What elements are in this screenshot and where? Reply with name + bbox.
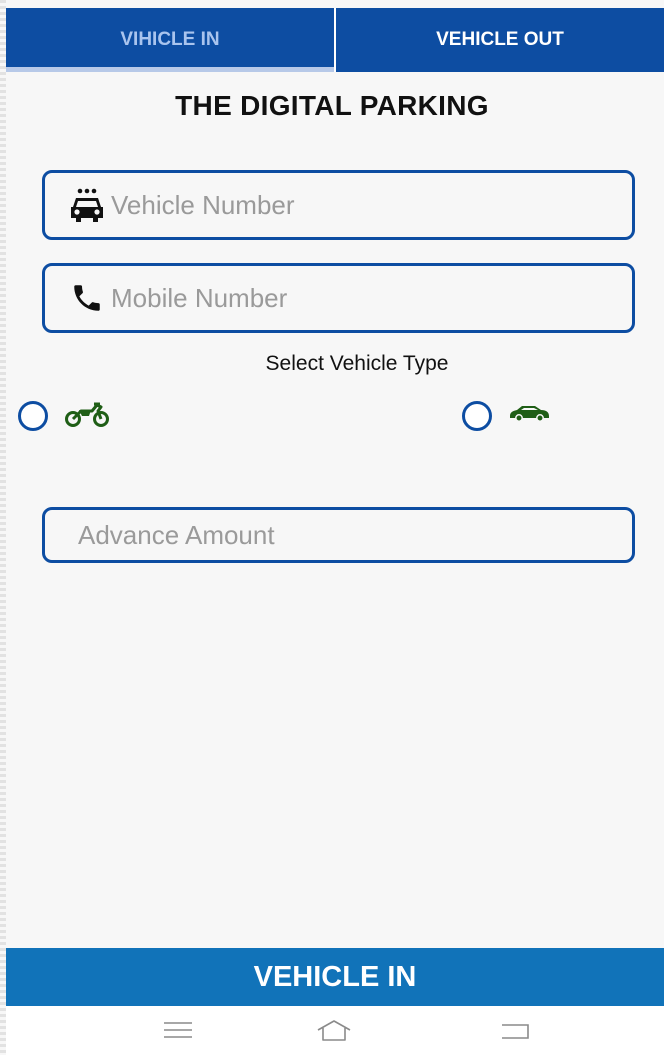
page-title: THE DIGITAL PARKING <box>175 90 489 121</box>
car-radio[interactable] <box>462 401 492 431</box>
select-vehicle-type-label: Select Vehicle Type <box>265 352 449 375</box>
phone-icon <box>67 278 107 318</box>
tab-vehicle-in-label: VIHICLE IN <box>120 29 220 50</box>
tab-vehicle-out-label: VEHICLE OUT <box>436 29 564 50</box>
vehicle-in-button[interactable]: VEHICLE IN <box>6 948 664 1006</box>
home-icon[interactable] <box>314 1018 354 1049</box>
bike-radio[interactable] <box>18 401 48 431</box>
vehicle-in-button-label: VEHICLE IN <box>253 960 417 993</box>
tab-active-indicator <box>6 67 334 72</box>
mobile-number-input[interactable] <box>107 266 632 330</box>
left-edge-border <box>0 0 6 1055</box>
back-icon[interactable] <box>496 1018 536 1049</box>
tab-bar: VIHICLE IN VEHICLE OUT <box>6 8 664 72</box>
tab-vehicle-out[interactable]: VEHICLE OUT <box>336 8 664 72</box>
advance-amount-field[interactable] <box>42 507 635 563</box>
motorcycle-icon <box>64 402 110 433</box>
car-icon <box>508 404 550 427</box>
advance-amount-input[interactable] <box>45 510 632 560</box>
mobile-number-field[interactable] <box>42 263 635 333</box>
tab-vehicle-in[interactable]: VIHICLE IN <box>6 8 336 72</box>
system-nav-bar <box>6 1006 664 1055</box>
menu-icon[interactable] <box>162 1018 194 1047</box>
car-front-icon <box>67 185 107 225</box>
vehicle-number-field[interactable] <box>42 170 635 240</box>
vehicle-number-input[interactable] <box>107 173 632 237</box>
